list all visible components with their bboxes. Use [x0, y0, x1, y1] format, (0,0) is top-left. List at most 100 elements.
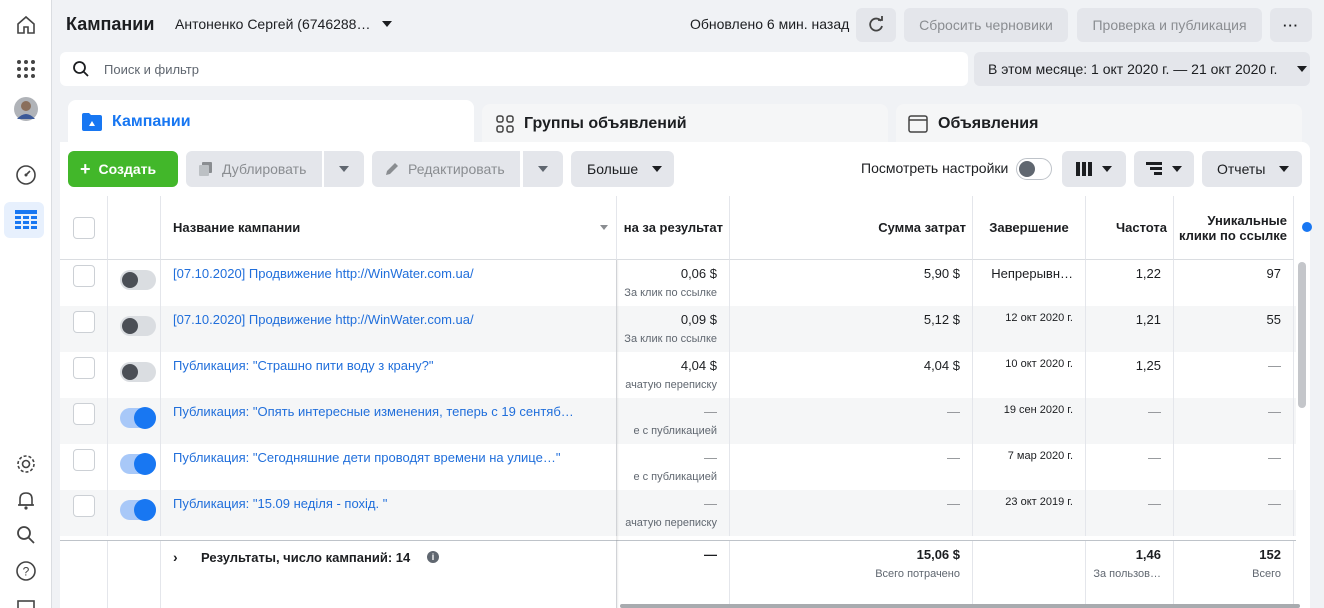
create-button[interactable]: + Создать: [68, 151, 178, 187]
campaign-name-link[interactable]: [07.10.2020] Продвижение http://WinWater…: [173, 312, 603, 327]
home-icon[interactable]: [13, 12, 39, 38]
campaign-name-link[interactable]: Публикация: "Опять интересные изменения,…: [173, 404, 603, 419]
create-label: Создать: [98, 161, 157, 177]
refresh-button[interactable]: [856, 8, 896, 42]
cost-per-result-type: е с публикацией: [633, 471, 717, 483]
row-select-cell: [60, 260, 108, 306]
more-options-button[interactable]: ···: [1270, 8, 1312, 42]
avatar[interactable]: [13, 96, 39, 122]
unique-link-clicks: —: [1268, 404, 1281, 419]
campaign-name-link[interactable]: [07.10.2020] Продвижение http://WinWater…: [173, 266, 603, 281]
table-row[interactable]: [07.10.2020] Продвижение http://WinWater…: [60, 306, 1296, 352]
reports-icon[interactable]: [13, 594, 39, 608]
campaign-status-toggle[interactable]: [120, 499, 156, 521]
row-uclicks-cell: 97: [1174, 260, 1294, 306]
column-header-name[interactable]: Название кампании: [161, 196, 617, 260]
row-spent-cell: 5,90 $: [730, 260, 973, 306]
notifications-bell-icon[interactable]: [13, 487, 39, 513]
settings-gear-icon[interactable]: [13, 451, 39, 477]
breakdown-button[interactable]: [1134, 151, 1194, 187]
column-header-amount-spent[interactable]: Сумма затрат: [730, 196, 973, 260]
duplicate-button[interactable]: Дублировать: [186, 151, 322, 187]
column-name-label: Название кампании: [173, 220, 301, 235]
table-view-icon[interactable]: [13, 207, 39, 233]
vertical-scrollbar[interactable]: [1298, 262, 1306, 408]
column-header-frequency[interactable]: Частота: [1086, 196, 1174, 260]
tab-ad-sets[interactable]: Группы объявлений: [482, 104, 888, 144]
amount-spent: 5,12 $: [923, 312, 960, 327]
campaign-name-link[interactable]: Публикация: "15.09 неділя - похід. ": [173, 496, 603, 511]
campaign-name-link[interactable]: Публикация: "Сегодняшние дети проводят в…: [173, 450, 603, 465]
date-range-picker[interactable]: В этом месяце: 1 окт 2020 г. — 21 окт 20…: [974, 52, 1310, 86]
unique-link-clicks: 55: [1266, 312, 1281, 327]
svg-text:?: ?: [23, 565, 30, 579]
tab-ads-label: Объявления: [938, 115, 1039, 132]
column-header-ends[interactable]: Завершение: [973, 196, 1086, 260]
frequency: 1,25: [1135, 358, 1161, 373]
row-ends-cell: 10 окт 2020 г.: [973, 352, 1086, 398]
column-header-unique-clicks[interactable]: Уникальные клики по ссылке: [1174, 196, 1294, 260]
row-checkbox[interactable]: [73, 403, 95, 425]
row-checkbox[interactable]: [73, 311, 95, 333]
search-icon[interactable]: [13, 522, 39, 548]
totals-spent: 15,06 $: [916, 547, 960, 562]
row-ends-cell: 19 сен 2020 г.: [973, 398, 1086, 444]
campaign-status-toggle[interactable]: [120, 362, 156, 382]
campaign-name-link[interactable]: Публикация: "Страшно пити воду з крану?": [173, 358, 603, 373]
tab-campaigns[interactable]: Кампании: [68, 100, 474, 144]
row-name-cell: Публикация: "15.09 неділя - похід. ": [161, 490, 617, 536]
table-row[interactable]: Публикация: "Опять интересные изменения,…: [60, 398, 1296, 444]
row-checkbox[interactable]: [73, 449, 95, 471]
chevron-down-icon: [652, 166, 663, 172]
row-toggle-cell: [108, 490, 161, 536]
edit-dropdown-button[interactable]: [523, 151, 563, 187]
more-button[interactable]: Больше: [571, 151, 674, 187]
campaign-status-toggle[interactable]: [120, 270, 156, 290]
refresh-icon: [869, 16, 883, 32]
review-and-publish-button[interactable]: Проверка и публикация: [1077, 8, 1262, 42]
frequency: 1,22: [1135, 266, 1161, 281]
row-checkbox[interactable]: [73, 265, 95, 287]
amount-spent: —: [947, 404, 960, 419]
campaign-status-toggle[interactable]: [120, 316, 156, 336]
select-all-checkbox[interactable]: [73, 217, 95, 239]
reports-button[interactable]: Отчеты: [1202, 151, 1302, 187]
row-uclicks-cell: —: [1174, 490, 1294, 536]
apps-grid-icon[interactable]: [13, 56, 39, 82]
column-header-cost-per-result[interactable]: на за результат: [617, 196, 730, 260]
search-filter-bar[interactable]: Поиск и фильтр: [60, 52, 968, 86]
row-select-cell: [60, 306, 108, 352]
horizontal-scrollbar[interactable]: [620, 604, 1300, 608]
columns-button[interactable]: [1062, 151, 1126, 187]
account-selector[interactable]: Антоненко Сергей (6746288…: [175, 16, 393, 32]
help-icon[interactable]: ?: [13, 558, 39, 584]
reports-label: Отчеты: [1217, 161, 1266, 177]
duplicate-dropdown-button[interactable]: [324, 151, 364, 187]
table-row[interactable]: Публикация: "Сегодняшние дети проводят в…: [60, 444, 1296, 490]
search-input[interactable]: Поиск и фильтр: [104, 62, 199, 77]
expand-chevron-icon[interactable]: ›: [173, 549, 178, 565]
campaign-status-toggle[interactable]: [120, 407, 156, 429]
dashboard-gauge-icon[interactable]: [13, 162, 39, 188]
totals-uclicks-cell: 152 Всего: [1174, 541, 1294, 608]
edit-button[interactable]: Редактировать: [372, 151, 520, 187]
table-row[interactable]: [07.10.2020] Продвижение http://WinWater…: [60, 260, 1296, 306]
row-select-cell: [60, 490, 108, 536]
cost-per-result-type: За клик по ссылке: [624, 287, 717, 299]
table-row[interactable]: Публикация: "Страшно пити воду з крану?"…: [60, 352, 1296, 398]
info-icon[interactable]: i: [427, 551, 439, 563]
chevron-down-icon: [1297, 66, 1308, 72]
campaign-status-toggle[interactable]: [120, 453, 156, 475]
discard-drafts-button[interactable]: Сбросить черновики: [904, 8, 1068, 42]
row-toggle-cell: [108, 306, 161, 352]
tab-ads[interactable]: Объявления: [896, 104, 1302, 144]
sort-icon[interactable]: [600, 225, 608, 230]
row-freq-cell: 1,21: [1086, 306, 1174, 352]
table-row[interactable]: Публикация: "15.09 неділя - похід. " — а…: [60, 490, 1296, 536]
view-setup-toggle[interactable]: [1016, 158, 1052, 180]
column-amount-spent-label: Сумма затрат: [878, 220, 966, 235]
row-checkbox[interactable]: [73, 357, 95, 379]
frequency: —: [1148, 496, 1161, 511]
plus-icon: +: [80, 158, 91, 179]
row-checkbox[interactable]: [73, 495, 95, 517]
